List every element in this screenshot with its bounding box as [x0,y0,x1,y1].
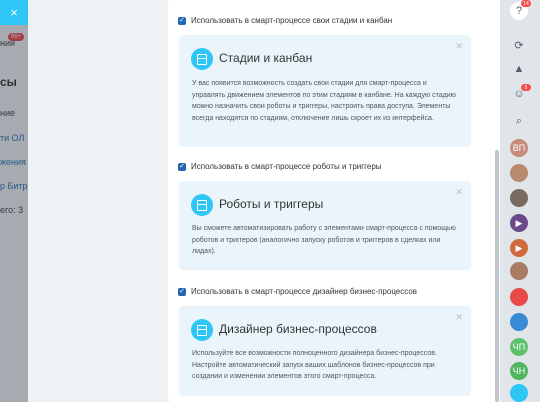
scrollbar-thumb[interactable] [495,150,499,402]
kanban-icon [191,48,213,70]
avatar-play-1[interactable]: ▶ [510,214,528,232]
avatar-photo-3[interactable] [510,262,528,280]
avatar-bottom[interactable] [510,384,528,402]
close-button[interactable]: × [0,0,28,25]
avatar-logo[interactable] [510,288,528,306]
slider-panel: ✓ Использовать в смарт-процессе свои ста… [28,0,511,402]
info-text: Вы сможете автоматизировать работу с эле… [192,225,456,255]
close-icon[interactable]: ✕ [455,187,463,198]
close-icon: × [10,5,18,20]
check-icon[interactable]: ✓ [178,162,186,171]
avatar-photo-1[interactable] [510,164,528,182]
close-icon[interactable]: ✕ [455,41,463,52]
timeline-icon[interactable]: ⟳ [510,36,528,54]
checkbox-label: Использовать в смарт-процессе свои стади… [191,16,393,25]
avatar-photo-2[interactable] [510,189,528,207]
checkbox-bizproc[interactable]: ✓ Использовать в смарт-процессе дизайнер… [178,287,417,296]
info-title: Дизайнер бизнес-процессов [219,322,377,336]
info-title: Стадии и канбан [219,51,313,65]
robots-icon [191,194,213,216]
checkbox-label: Использовать в смарт-процессе роботы и т… [191,162,382,171]
info-text: Используйте все возможности полноценного… [192,350,437,380]
right-panel: ? 14 ⟳ ▲ ☺ 5 ⌕ ВП ▶ ▶ ЧП ЧН [500,0,540,402]
info-block-stages: Стадии и канбан ✕ У вас появится возможн… [179,35,471,147]
info-text: У вас появится возможность создать свои … [192,80,456,122]
info-title: Роботы и триггеры [219,197,324,211]
search-icon[interactable]: ⌕ [510,112,528,130]
overlay-dim [0,0,28,402]
avatar-chp[interactable]: ЧП [510,338,528,356]
avatar-play-2[interactable]: ▶ [510,239,528,257]
close-icon[interactable]: ✕ [455,312,463,323]
bizproc-icon [191,319,213,341]
checkbox-label: Использовать в смарт-процессе дизайнер б… [191,287,418,296]
info-block-bizproc: Дизайнер бизнес-процессов ✕ Используйте … [179,306,471,396]
notif-badge: 5 [521,84,531,91]
help-badge: 14 [521,0,531,7]
checkbox-stages[interactable]: ✓ Использовать в смарт-процессе свои ста… [178,16,392,25]
bell-icon[interactable]: ▲ [510,60,528,78]
background-page: нии сы ние ти ОЛ жения Б р Битри его: 3 … [0,0,28,402]
checkbox-robots[interactable]: ✓ Использовать в смарт-процессе роботы и… [178,162,382,171]
avatar-chn[interactable]: ЧН [510,362,528,380]
check-icon[interactable]: ✓ [178,16,186,25]
check-icon[interactable]: ✓ [178,287,186,296]
avatar-vp[interactable]: ВП [510,139,528,157]
avatar-globe[interactable] [510,313,528,331]
info-block-robots: Роботы и триггеры ✕ Вы сможете автоматиз… [179,181,471,270]
